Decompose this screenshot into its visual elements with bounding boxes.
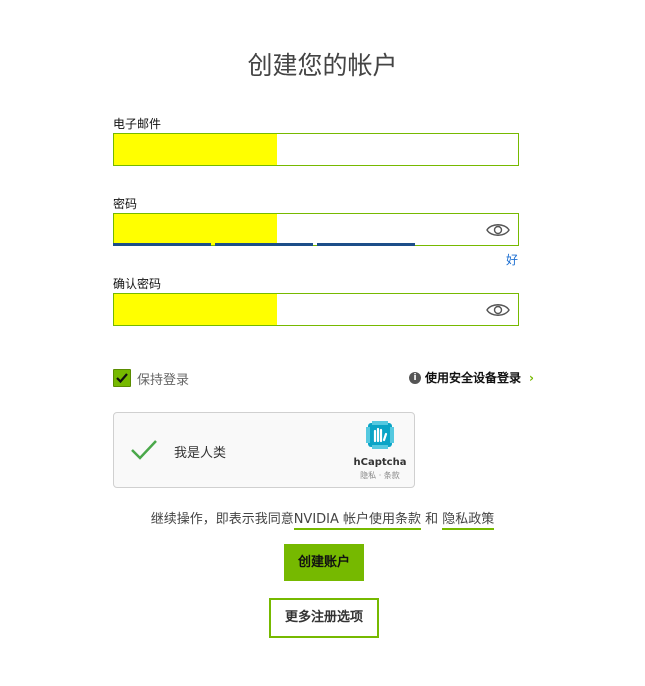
page-title: 创建您的帐户 (247, 51, 398, 80)
redaction-block (114, 134, 277, 165)
hcaptcha-links[interactable]: 隐私 · 条款 (352, 470, 408, 481)
redaction-block (114, 214, 277, 245)
create-account-button[interactable]: 创建账户 (284, 544, 364, 581)
terms-of-use-link[interactable]: NVIDIA 帐户使用条款 (293, 512, 422, 530)
remember-checkbox[interactable] (113, 369, 131, 387)
chevron-right-icon: › (529, 370, 534, 385)
hcaptcha-widget: 我是人类 hCaptcha 隐私 · 条款 (113, 412, 415, 488)
password-strength-meter (113, 243, 415, 246)
email-field-wrapper (113, 133, 519, 166)
checkmark-icon (116, 373, 128, 384)
show-password-eye-icon[interactable] (486, 222, 510, 238)
strength-segment (215, 243, 313, 246)
hcaptcha-logo: hCaptcha 隐私 · 条款 (352, 419, 408, 481)
strength-segment (317, 243, 415, 246)
confirm-password-field-wrapper (113, 293, 519, 326)
hcaptcha-hand-icon (366, 421, 394, 449)
captcha-check-icon[interactable] (130, 439, 158, 461)
password-strength-text: 好 (506, 253, 519, 267)
captcha-label: 我是人类 (174, 446, 227, 461)
show-confirm-password-eye-icon[interactable] (486, 302, 510, 318)
privacy-policy-link[interactable]: 隐私政策 (442, 512, 495, 530)
redaction-block (114, 294, 277, 325)
password-field-wrapper (113, 213, 519, 246)
info-icon: i (409, 371, 421, 384)
hcaptcha-brand: hCaptcha (353, 457, 407, 468)
terms-prefix: 继续操作，即表示我同意 (150, 512, 294, 527)
secure-device-login-link[interactable]: i 使用安全设备登录 › (409, 369, 534, 386)
remember-label[interactable]: 保持登录 (137, 369, 189, 388)
password-label: 密码 (113, 197, 138, 211)
strength-segment (113, 243, 211, 246)
confirm-password-label: 确认密码 (113, 277, 162, 291)
terms-connector: 和 (421, 512, 443, 527)
secure-device-login-label: 使用安全设备登录 (425, 371, 522, 385)
email-label: 电子邮件 (113, 117, 162, 131)
terms-notice: 继续操作，即表示我同意NVIDIA 帐户使用条款 和 隐私政策 (0, 508, 645, 530)
more-signup-options-button[interactable]: 更多注册选项 (269, 598, 379, 638)
